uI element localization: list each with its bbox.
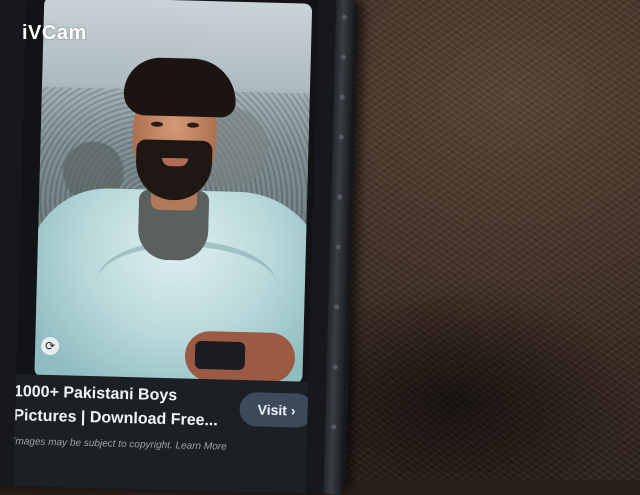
pin-title[interactable]: 1000+ Pakistani Boys Pictures | Download… <box>14 380 227 434</box>
phone: ⟳ 1000+ Pakistani Boys Pictures | Downlo… <box>0 0 359 495</box>
edge-dot <box>335 244 341 250</box>
pin-image[interactable]: ⟳ <box>34 0 313 384</box>
edge-dot <box>332 364 338 370</box>
edge-dot <box>331 424 337 430</box>
ivcam-watermark: iVCam <box>22 22 87 44</box>
phone-screen: ⟳ 1000+ Pakistani Boys Pictures | Downlo… <box>13 0 319 494</box>
edge-dot <box>340 54 346 60</box>
edge-dot <box>337 194 343 200</box>
chevron-right-icon: › <box>290 402 296 419</box>
held-phone <box>194 340 246 371</box>
visit-label: Visit <box>257 401 288 419</box>
right-eye <box>186 122 200 128</box>
copyright-caption: Images may be subject to copyright. Lear… <box>13 436 227 453</box>
shadow <box>330 280 640 480</box>
edge-dot <box>341 14 347 20</box>
pin-info-card: 1000+ Pakistani Boys Pictures | Download… <box>13 374 315 494</box>
hair <box>123 56 237 118</box>
left-eye <box>150 121 164 127</box>
mouth <box>161 157 189 167</box>
edge-dot <box>338 134 344 140</box>
edge-dot <box>334 304 340 310</box>
edge-dot <box>339 94 345 100</box>
visit-button[interactable]: Visit › <box>239 391 315 428</box>
